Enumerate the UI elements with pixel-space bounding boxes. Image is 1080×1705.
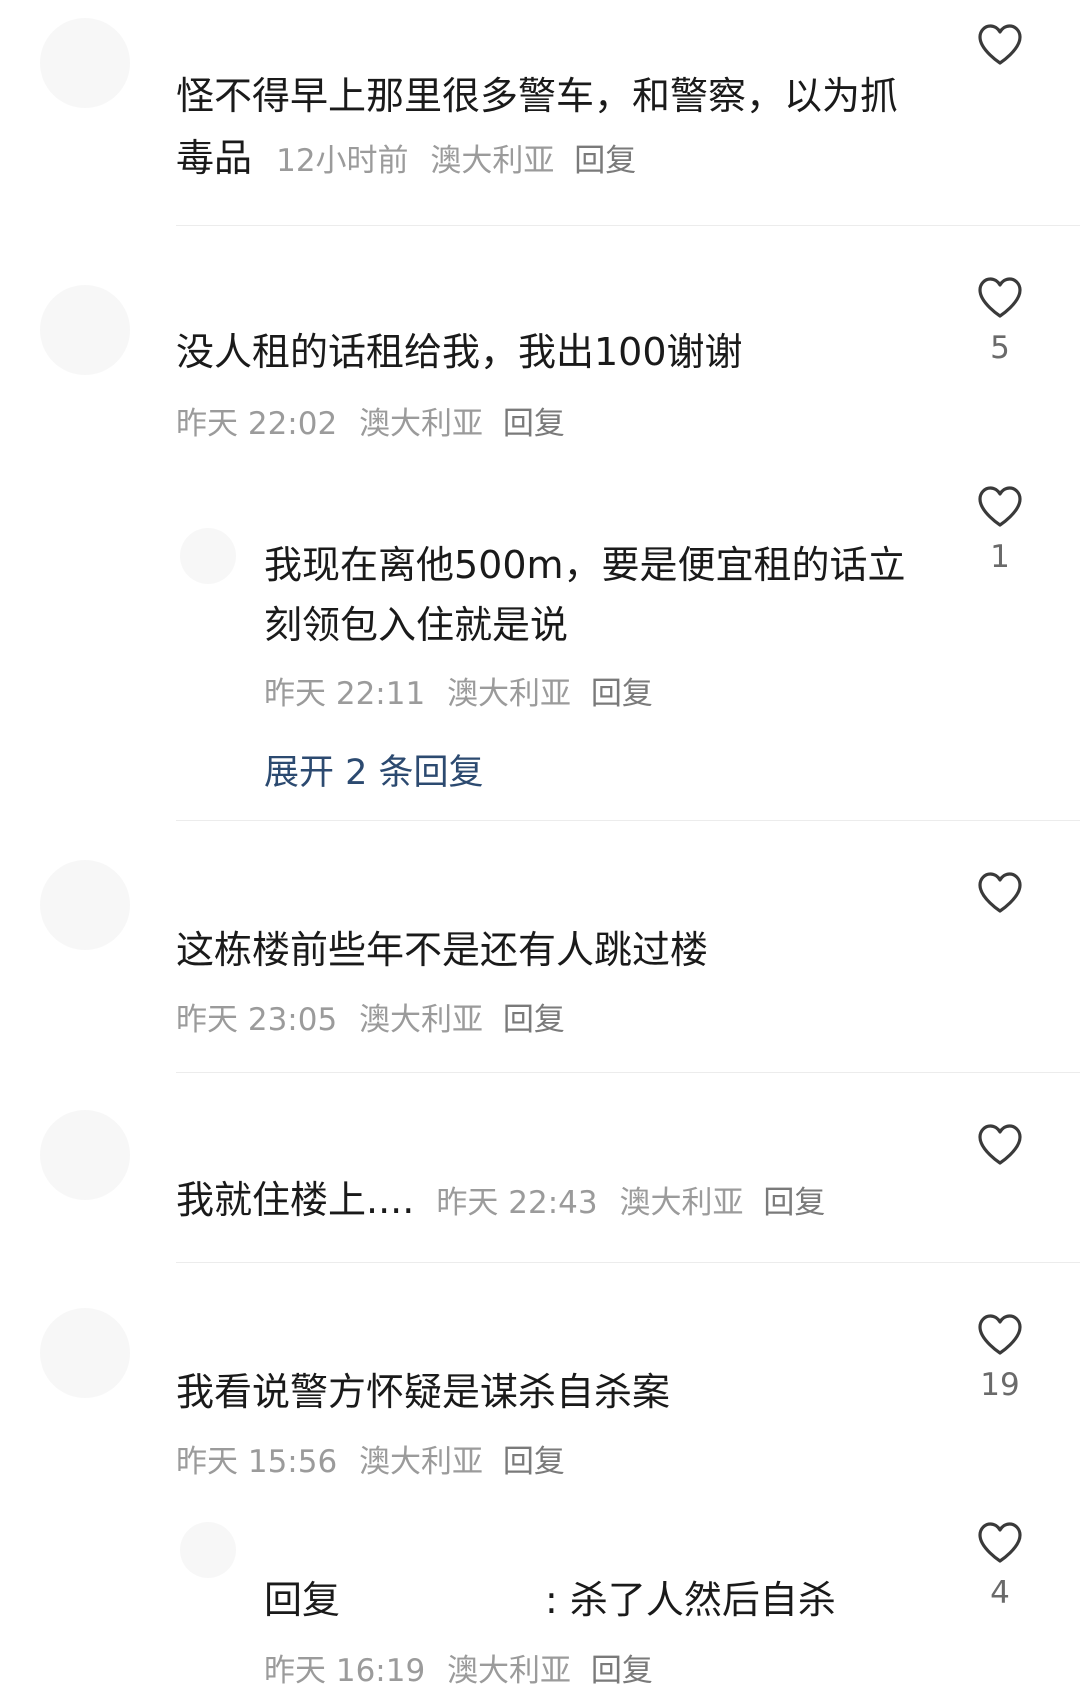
like-count: 1	[990, 539, 1010, 575]
comment-location: 澳大利亚	[619, 1185, 744, 1221]
comment-text-line2: 刻领包入住就是说	[264, 603, 569, 647]
comment-text: 我看说警方怀疑是谋杀自杀案	[176, 1370, 671, 1414]
like-count: 5	[990, 330, 1010, 366]
comment-time: 昨天 15:56	[176, 1444, 338, 1480]
avatar[interactable]	[40, 1110, 130, 1200]
reply-button[interactable]: 回复	[763, 1185, 825, 1221]
comment-location: 澳大利亚	[359, 1444, 484, 1480]
avatar[interactable]	[180, 528, 236, 584]
comment-meta: 昨天 15:56 澳大利亚 回复	[176, 1436, 565, 1481]
comment-location: 澳大利亚	[359, 406, 484, 442]
like-count: 19	[980, 1367, 1020, 1403]
like-button[interactable]: 4	[970, 1520, 1030, 1610]
comment-text: 我就住楼上....	[176, 1178, 415, 1222]
comment-meta: 昨天 22:02 澳大利亚 回复	[176, 398, 565, 443]
like-button[interactable]	[970, 1122, 1030, 1166]
divider	[176, 1262, 1080, 1263]
heart-outline-icon	[978, 872, 1022, 913]
avatar[interactable]	[40, 285, 130, 375]
heart-outline-icon	[978, 486, 1022, 527]
comment-text: : 杀了人然后自杀	[545, 1578, 836, 1622]
comment-text-row: 我就住楼上.... 昨天 22:43 澳大利亚 回复	[176, 1170, 825, 1234]
comment-location: 澳大利亚	[447, 676, 572, 712]
reply-button[interactable]: 回复	[591, 1653, 653, 1689]
like-button[interactable]	[970, 870, 1030, 914]
comment-meta: 昨天 23:05 澳大利亚 回复	[176, 994, 565, 1039]
comment-meta: 昨天 16:19 澳大利亚 回复	[264, 1645, 653, 1690]
heart-outline-icon	[978, 24, 1022, 65]
comment-meta: 昨天 22:11 澳大利亚 回复	[264, 668, 653, 713]
comment-text: 这栋楼前些年不是还有人跳过楼	[176, 928, 709, 972]
comment-time: 昨天 22:11	[264, 676, 426, 712]
comment-text-cont: 毒品	[176, 136, 253, 180]
expand-replies-link[interactable]: 展开 2 条回复	[264, 744, 484, 795]
like-button[interactable]: 1	[970, 484, 1030, 574]
reply-button[interactable]: 回复	[574, 143, 636, 179]
comment-text: 怪不得早上那里很多警车，和警察，以为抓	[176, 74, 899, 118]
like-button[interactable]	[970, 22, 1030, 66]
heart-outline-icon	[978, 1314, 1022, 1355]
divider	[176, 225, 1080, 226]
like-button[interactable]: 19	[970, 1312, 1030, 1402]
reply-button[interactable]: 回复	[591, 676, 653, 712]
comment-text: 没人租的话租给我，我出100谢谢	[176, 330, 743, 374]
comment-location: 澳大利亚	[447, 1653, 572, 1689]
comment-location: 澳大利亚	[430, 143, 555, 179]
avatar[interactable]	[40, 860, 130, 950]
divider	[176, 820, 1080, 821]
comment-time: 昨天 23:05	[176, 1002, 338, 1038]
reply-button[interactable]: 回复	[503, 406, 565, 442]
comment-location: 澳大利亚	[359, 1002, 484, 1038]
avatar[interactable]	[40, 1308, 130, 1398]
comment-time: 昨天 22:43	[436, 1185, 598, 1221]
comment-text-line2: 毒品 12小时前 澳大利亚 回复	[176, 128, 636, 192]
heart-outline-icon	[978, 1124, 1022, 1165]
heart-outline-icon	[978, 1522, 1022, 1563]
divider	[176, 1072, 1080, 1073]
comment-time: 12小时前	[276, 143, 409, 179]
reply-button[interactable]: 回复	[503, 1002, 565, 1038]
comment-time: 昨天 16:19	[264, 1653, 426, 1689]
reply-button[interactable]: 回复	[503, 1444, 565, 1480]
like-button[interactable]: 5	[970, 275, 1030, 365]
comment-text: 我现在离他500m，要是便宜租的话立	[264, 543, 906, 587]
like-count: 4	[990, 1575, 1010, 1611]
comment-time: 昨天 22:02	[176, 406, 338, 442]
heart-outline-icon	[978, 277, 1022, 318]
reply-prefix: 回复	[264, 1578, 341, 1622]
avatar[interactable]	[40, 18, 130, 108]
avatar[interactable]	[180, 1522, 236, 1578]
comment-text-row: 回复 : 杀了人然后自杀	[264, 1570, 836, 1631]
